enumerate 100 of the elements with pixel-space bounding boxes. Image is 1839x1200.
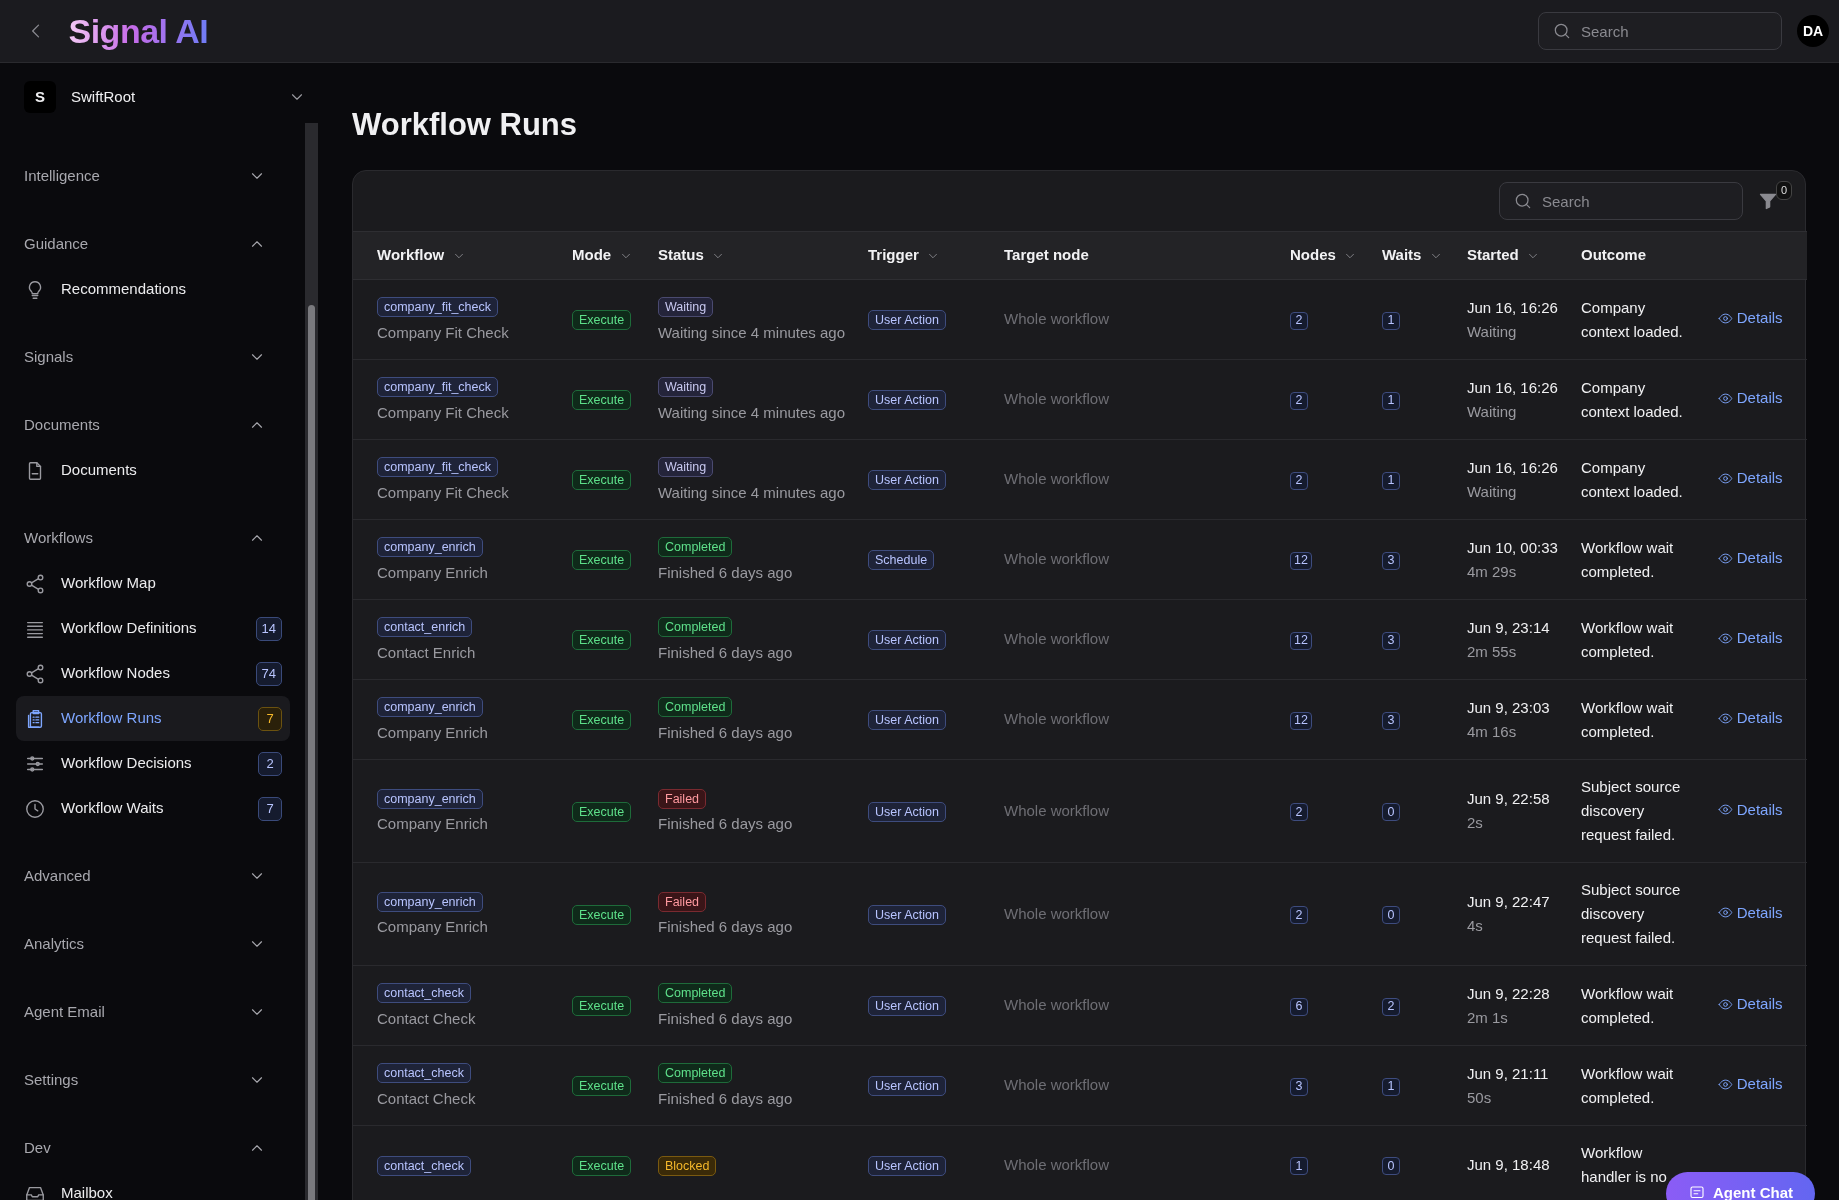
sidebar-item[interactable]: Workflow Decisions 2	[16, 741, 290, 786]
section-header[interactable]: Signals	[0, 334, 290, 380]
workflow-name: Company Enrich	[377, 562, 489, 583]
outcome-text: Company context loaded.	[1581, 377, 1684, 422]
team-initial: S	[24, 81, 56, 113]
status-tag: Waiting	[658, 297, 714, 318]
table-cell: Whole workflow	[1004, 470, 1110, 488]
workflow-tag: contact_check	[377, 1063, 471, 1084]
column-header[interactable]: Status	[658, 244, 726, 267]
wait-count: 1	[1382, 1077, 1400, 1096]
clock-icon	[24, 797, 46, 820]
section-header[interactable]: Intelligence	[0, 153, 290, 199]
details-link[interactable]: Details	[1718, 707, 1783, 730]
chat-icon	[1687, 1184, 1706, 1200]
search-icon	[1552, 21, 1572, 41]
wait-count: 2	[1382, 997, 1400, 1016]
trigger-tag: User Action	[868, 710, 946, 731]
sidebar-item[interactable]: Workflow Waits 7	[16, 786, 290, 831]
status-note: Waiting since 4 minutes ago	[658, 402, 844, 423]
search-field[interactable]: Search	[1538, 12, 1782, 50]
section-header[interactable]: Analytics	[0, 921, 290, 967]
section-header[interactable]: Workflows	[0, 515, 290, 561]
workflow-name: Contact Check	[377, 1088, 477, 1109]
started-time: Jun 9, 22:28	[1467, 983, 1551, 1004]
outcome-text: Subject source discovery request failed.	[1581, 777, 1682, 846]
started-time: Jun 16, 16:26	[1467, 457, 1557, 478]
mode-tag: Execute	[572, 904, 632, 925]
trigger-tag: User Action	[868, 1155, 946, 1176]
eye-icon	[1718, 390, 1733, 406]
details-link[interactable]: Details	[1718, 993, 1783, 1016]
sidebar-item[interactable]: Workflow Definitions 14	[16, 606, 290, 651]
status-tag: Completed	[658, 697, 733, 718]
sidebar-item[interactable]: Workflow Map	[16, 561, 290, 606]
started-time: Jun 9, 21:11	[1467, 1063, 1550, 1084]
table-cell: Whole workflow	[1004, 310, 1110, 328]
wait-count: 1	[1382, 311, 1400, 330]
section-header[interactable]: Guidance	[0, 221, 290, 267]
sidebar-item[interactable]: Documents	[16, 448, 290, 493]
outcome-text: Subject source discovery request failed.	[1581, 880, 1682, 949]
trigger-tag: User Action	[868, 996, 946, 1017]
eye-icon	[1718, 905, 1733, 921]
started-time: Jun 16, 16:26	[1467, 297, 1557, 318]
workflow-tag: company_enrich	[377, 697, 483, 718]
table-cell: Whole workflow	[1004, 1076, 1110, 1094]
workflow-tag: company_enrich	[377, 891, 483, 912]
section-header[interactable]: Agent Email	[0, 989, 290, 1035]
started-time: Jun 9, 23:03	[1467, 697, 1551, 718]
avatar[interactable]: DA	[1797, 15, 1829, 47]
trigger-tag: User Action	[868, 310, 946, 331]
share-icon	[24, 662, 46, 685]
trigger-tag: Schedule	[868, 550, 935, 571]
started-time: Jun 9, 22:47	[1467, 892, 1551, 913]
section-header[interactable]: Advanced	[0, 853, 290, 899]
sidebar-item[interactable]: Mailbox	[16, 1171, 290, 1200]
search-field[interactable]: Search	[1499, 182, 1743, 221]
outcome-text: Company context loaded.	[1581, 297, 1684, 342]
workflow-name: Contact Check	[377, 1008, 477, 1029]
run-duration: 4m 29s	[1467, 561, 1518, 582]
workflow-tag: company_fit_check	[377, 457, 498, 478]
filter-count: 0	[1775, 181, 1792, 200]
workflow-name: Company Fit Check	[377, 322, 510, 343]
details-link[interactable]: Details	[1718, 627, 1783, 650]
outcome-text: Workflow wait completed.	[1581, 617, 1675, 662]
filter-button[interactable]	[1758, 191, 1778, 212]
section-header[interactable]: Dev	[0, 1125, 290, 1171]
count-badge: 2	[258, 751, 282, 776]
node-count: 2	[1290, 471, 1308, 490]
details-link[interactable]: Details	[1718, 1073, 1783, 1096]
details-link[interactable]: Details	[1718, 547, 1783, 570]
status-note: Finished 6 days ago	[658, 917, 794, 938]
status-tag: Completed	[658, 1063, 733, 1084]
status-note: Finished 6 days ago	[658, 562, 794, 583]
run-duration: 2m 1s	[1467, 1007, 1509, 1028]
scrollbar-thumb[interactable]	[308, 305, 315, 1200]
details-link[interactable]: Details	[1718, 798, 1783, 822]
outcome-text: Workflow wait completed.	[1581, 697, 1675, 742]
details-link[interactable]: Details	[1718, 901, 1783, 925]
mode-tag: Execute	[572, 470, 632, 491]
trigger-tag: User Action	[868, 801, 946, 822]
sidebar-item[interactable]: Workflow Nodes 74	[16, 651, 290, 696]
mode-tag: Execute	[572, 710, 632, 731]
details-link[interactable]: Details	[1718, 387, 1783, 410]
status-tag: Completed	[658, 983, 733, 1004]
details-link[interactable]: Details	[1718, 307, 1783, 330]
sidebar-item[interactable]: Workflow Runs 7	[16, 696, 290, 741]
trigger-tag: User Action	[868, 470, 946, 491]
workflow-name: Company Enrich	[377, 917, 489, 938]
team-switcher[interactable]: S SwiftRoot	[24, 73, 306, 121]
section-header[interactable]: Settings	[0, 1057, 290, 1103]
started-time: Jun 16, 16:26	[1467, 377, 1557, 398]
sidebar-item[interactable]: Recommendations	[16, 267, 290, 312]
section-header[interactable]: Documents	[0, 402, 290, 448]
page-title: Workflow Runs	[352, 106, 579, 144]
mode-tag: Execute	[572, 390, 632, 411]
workflow-tag: company_enrich	[377, 537, 483, 558]
eye-icon	[1718, 802, 1733, 818]
outcome-text: Company context loaded.	[1581, 457, 1684, 502]
count-badge: 74	[255, 661, 282, 686]
details-link[interactable]: Details	[1718, 467, 1783, 490]
wait-count: 3	[1382, 551, 1400, 570]
